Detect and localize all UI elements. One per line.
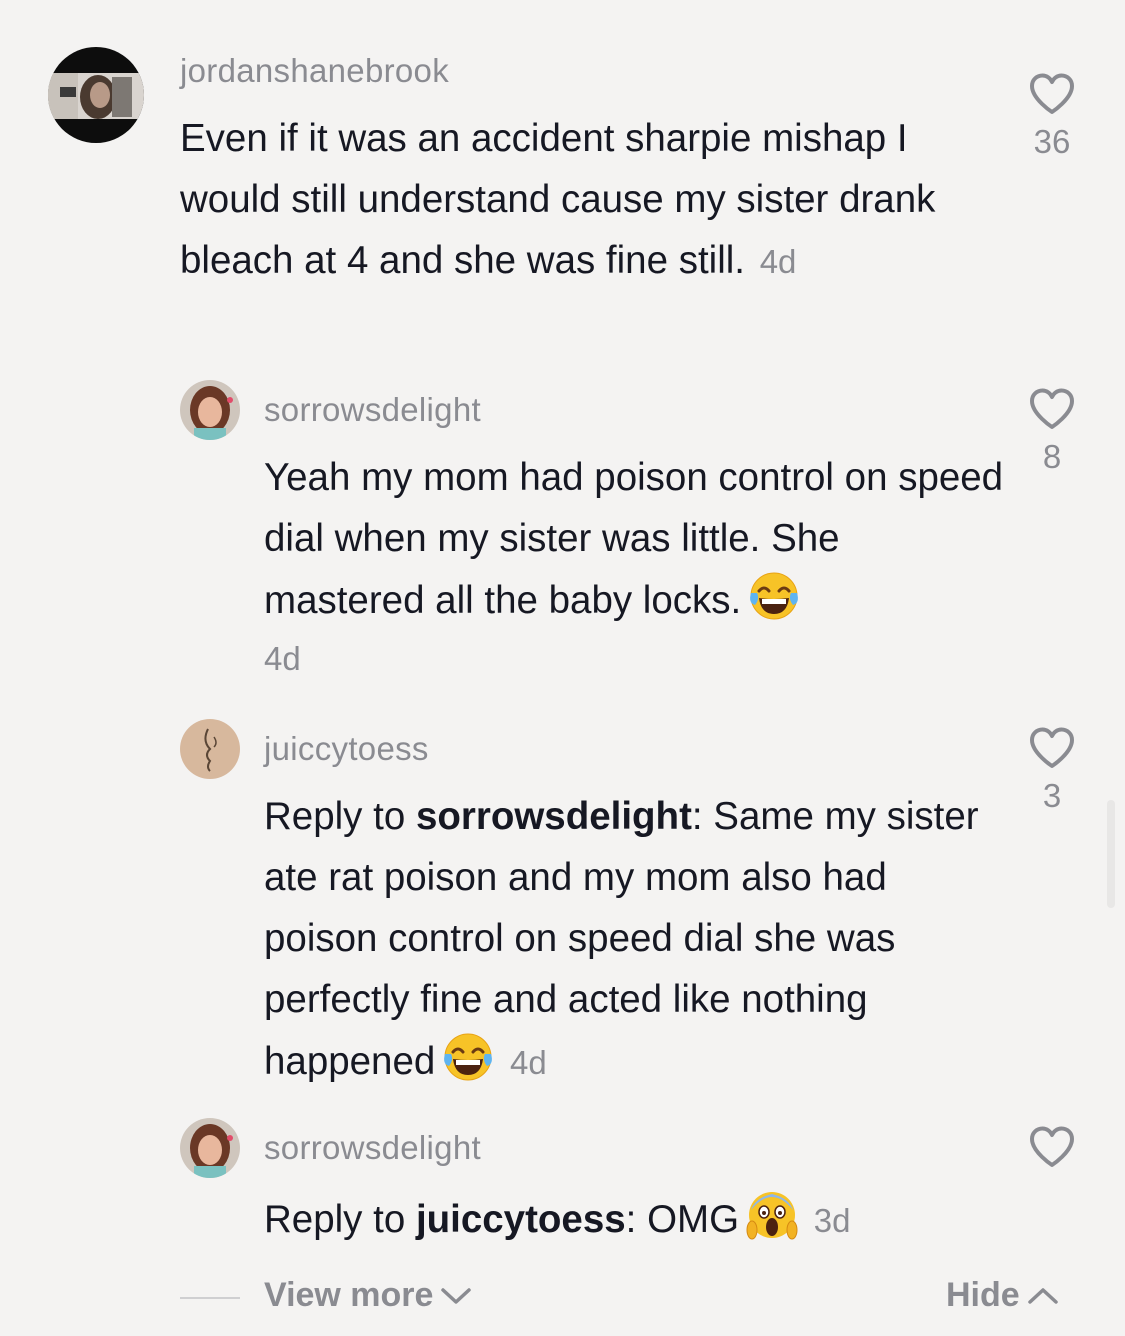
comment-body: Even if it was an accident sharpie misha… — [180, 117, 936, 282]
hide-label: Hide — [946, 1276, 1020, 1314]
comment-timestamp: 4d — [759, 243, 797, 280]
avatar-jordanshanebrook[interactable] — [48, 47, 144, 143]
comment-text: Reply to juiccytoess: OMG 3d — [264, 1188, 1004, 1251]
reply-prefix: Reply to — [264, 795, 416, 838]
chevron-down-icon — [441, 1287, 472, 1304]
face-with-tears-of-joy-icon — [441, 1030, 495, 1084]
reply-separator: : — [625, 1198, 637, 1241]
heart-icon — [1030, 73, 1074, 114]
comment-timestamp: 4d — [264, 640, 301, 677]
like-count: 8 — [1042, 438, 1062, 475]
comment-body: OMG — [647, 1198, 740, 1241]
reply-to-user-link[interactable]: sorrowsdelight — [416, 795, 692, 838]
avatar-sorrowsdelight[interactable] — [180, 1118, 240, 1178]
view-more-button[interactable]: View more — [264, 1276, 473, 1315]
like-button[interactable]: 8 — [1022, 387, 1082, 477]
comment-timestamp: 3d — [813, 1202, 851, 1239]
view-more-label: View more — [264, 1276, 434, 1314]
hide-button[interactable]: Hide — [946, 1276, 1060, 1315]
like-count: 36 — [1033, 123, 1071, 160]
like-button[interactable] — [1022, 1125, 1082, 1175]
comment-username[interactable]: juiccytoess — [264, 730, 429, 768]
heart-icon — [1030, 388, 1074, 429]
face-screaming-in-fear-icon — [745, 1188, 799, 1242]
divider — [180, 1297, 240, 1299]
comment-username[interactable]: jordanshanebrook — [180, 52, 449, 90]
comment-body: Yeah my mom had poison control on speed … — [264, 456, 1004, 622]
chevron-up-icon — [1027, 1287, 1058, 1304]
avatar-juiccytoess[interactable] — [180, 719, 240, 779]
like-button[interactable]: 36 — [1022, 72, 1082, 162]
comment-username[interactable]: sorrowsdelight — [264, 1129, 481, 1167]
comment-text: Yeah my mom had poison control on speed … — [264, 447, 1004, 687]
face-with-tears-of-joy-icon — [747, 569, 801, 623]
heart-icon — [1030, 727, 1074, 768]
scrollbar[interactable] — [1107, 800, 1115, 908]
comment-body: Same my sister ate rat poison and my mom… — [264, 795, 979, 1083]
comment-text: Even if it was an accident sharpie misha… — [180, 108, 980, 292]
reply-to-user-link[interactable]: juiccytoess — [416, 1198, 626, 1241]
comment-username[interactable]: sorrowsdelight — [264, 391, 481, 429]
comment-timestamp: 4d — [510, 1044, 547, 1081]
like-button[interactable]: 3 — [1022, 726, 1082, 816]
heart-icon — [1030, 1126, 1074, 1167]
comment-text: Reply to sorrowsdelight: Same my sister … — [264, 786, 1004, 1093]
reply-separator: : — [691, 795, 703, 838]
avatar-sorrowsdelight[interactable] — [180, 380, 240, 440]
reply-prefix: Reply to — [264, 1198, 416, 1241]
like-count: 3 — [1042, 777, 1062, 814]
